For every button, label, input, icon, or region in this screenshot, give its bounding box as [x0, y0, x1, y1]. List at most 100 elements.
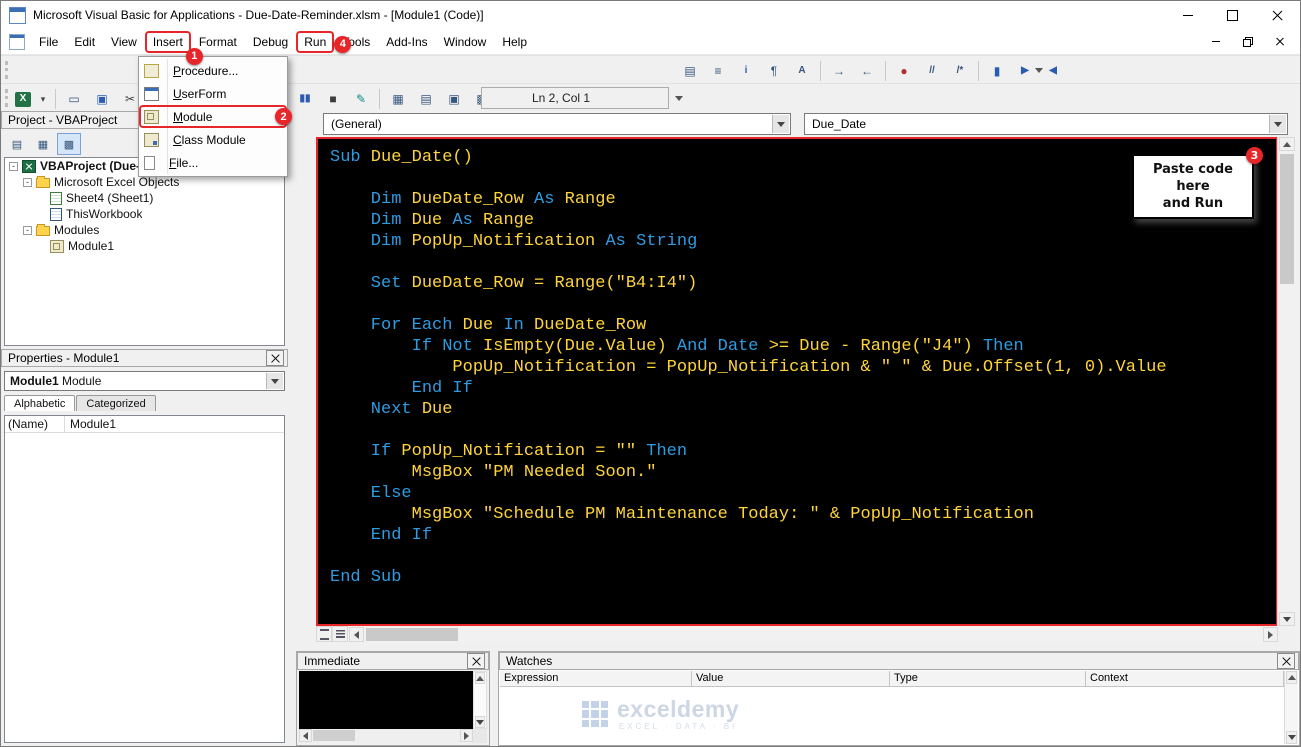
procedure-dropdown[interactable]: Due_Date: [804, 113, 1288, 135]
list-constants-button[interactable]: ≡: [705, 58, 731, 84]
watches-column-context[interactable]: Context: [1086, 671, 1284, 687]
uncomment-block-button[interactable]: /*: [947, 58, 973, 84]
watches-column-type[interactable]: Type: [890, 671, 1086, 687]
code-editor[interactable]: Sub Due_Date() Dim DueDate_Row As Range …: [316, 137, 1278, 626]
watches-column-value[interactable]: Value: [692, 671, 890, 687]
design-mode-button[interactable]: ✎: [348, 86, 374, 112]
scroll-up-button[interactable]: [1286, 671, 1297, 684]
object-dropdown[interactable]: (General): [323, 113, 791, 135]
module-window-icon[interactable]: [9, 33, 25, 50]
dropdown-button[interactable]: [266, 373, 283, 389]
menu-item-edit[interactable]: Edit: [66, 31, 103, 53]
immediate-close-button[interactable]: [467, 653, 485, 669]
scroll-up-button[interactable]: [475, 672, 485, 684]
menu-item-run[interactable]: Run 4: [296, 31, 352, 53]
save-button[interactable]: ▣: [89, 86, 115, 112]
project-tree-item-sheet4-sheet1[interactable]: Sheet4 (Sheet1): [5, 190, 284, 206]
insert-menu-item-label: Module: [173, 109, 213, 124]
menu-item-insert[interactable]: Insert 1: [145, 31, 203, 65]
project-tree-item-module1[interactable]: Module1: [5, 238, 284, 254]
menu-item-view[interactable]: View: [103, 31, 145, 53]
watches-vertical-scrollbar[interactable]: [1284, 671, 1298, 744]
insert-menu-item-class-module[interactable]: Class Module: [139, 128, 287, 151]
close-button[interactable]: [1255, 1, 1300, 29]
scrollbar-thumb[interactable]: [366, 628, 458, 641]
reset-button[interactable]: ■: [320, 86, 346, 112]
tree-expander[interactable]: -: [23, 177, 32, 187]
parameter-info-button[interactable]: ¶: [761, 58, 787, 84]
properties-window-button[interactable]: ▤: [413, 86, 439, 112]
scroll-left-button[interactable]: [349, 627, 364, 642]
procedure-view-button[interactable]: [316, 626, 332, 642]
comment-block-button[interactable]: //: [919, 58, 945, 84]
watches-column-expression[interactable]: Expression: [500, 671, 692, 687]
project-tree-item-modules[interactable]: - Modules: [5, 222, 284, 238]
scroll-right-button[interactable]: [460, 729, 473, 742]
toolbar-overflow-chevron[interactable]: [675, 96, 683, 101]
scroll-down-button[interactable]: [475, 716, 485, 728]
complete-word-button[interactable]: A: [789, 58, 815, 84]
previous-bookmark-button[interactable]: ◀: [1040, 58, 1066, 84]
child-restore-button[interactable]: [1240, 34, 1256, 50]
tab-alphabetic[interactable]: Alphabetic: [4, 395, 76, 411]
dropdown-button[interactable]: [1269, 115, 1286, 133]
indent-button[interactable]: →: [826, 58, 852, 84]
properties-close-button[interactable]: [266, 350, 284, 366]
quick-info-button[interactable]: i: [733, 58, 759, 84]
child-close-button[interactable]: [1272, 34, 1288, 50]
menu-item-debug[interactable]: Debug: [245, 31, 296, 53]
code-vertical-scrollbar[interactable]: [1277, 137, 1296, 626]
watches-body[interactable]: exceldemy EXCEL · DATA · BI: [500, 687, 1284, 744]
toggle-bookmark-button[interactable]: ▮: [984, 58, 1010, 84]
minimize-button[interactable]: [1165, 1, 1210, 29]
list-properties-button[interactable]: ▤: [677, 58, 703, 84]
full-module-view-button[interactable]: [332, 626, 348, 642]
menu-item-file[interactable]: File: [31, 31, 66, 53]
insert-userform-button[interactable]: ▭: [61, 86, 87, 112]
view-excel-dropdown[interactable]: ▾: [36, 86, 50, 112]
tree-item-label: Sheet4 (Sheet1): [66, 191, 154, 205]
outdent-button[interactable]: ←: [854, 58, 880, 84]
immediate-horizontal-scrollbar[interactable]: [299, 729, 473, 743]
toolbar-separator: [379, 89, 380, 109]
project-tree-item-thisworkbook[interactable]: ThisWorkbook: [5, 206, 284, 222]
property-row[interactable]: (Name) Module1: [5, 416, 284, 433]
dropdown-button[interactable]: [772, 115, 789, 133]
menu-item-help[interactable]: Help: [494, 31, 535, 53]
scroll-right-button[interactable]: [1263, 627, 1278, 642]
insert-menu-item-procedure[interactable]: Procedure...: [139, 59, 287, 82]
menu-item-add-ins[interactable]: Add-Ins: [378, 31, 435, 53]
toolbar-drag-handle[interactable]: [5, 61, 11, 79]
insert-menu-item-module[interactable]: Module 2: [139, 105, 292, 128]
view-code-button[interactable]: ▤: [5, 133, 29, 155]
watches-close-button[interactable]: [1277, 653, 1295, 669]
scrollbar-thumb[interactable]: [1280, 154, 1294, 284]
view-object-button[interactable]: ▦: [31, 133, 55, 155]
scroll-up-button[interactable]: [1279, 137, 1295, 151]
code-horizontal-scrollbar[interactable]: [316, 626, 1278, 643]
object-browser-button[interactable]: ▣: [441, 86, 467, 112]
immediate-input-area[interactable]: [299, 671, 473, 729]
scroll-left-button[interactable]: [299, 729, 312, 742]
child-minimize-button[interactable]: [1208, 34, 1224, 50]
immediate-vertical-scrollbar[interactable]: [473, 671, 487, 729]
scroll-down-button[interactable]: [1279, 612, 1295, 626]
insert-menu-item-file[interactable]: File...: [139, 151, 287, 174]
maximize-button[interactable]: [1210, 1, 1255, 29]
view-microsoft-excel-button[interactable]: X: [12, 86, 34, 112]
insert-menu-item-userform[interactable]: UserForm: [139, 82, 287, 105]
arrow-down-icon: [1283, 616, 1291, 622]
tree-expander[interactable]: -: [9, 161, 18, 171]
scrollbar-thumb[interactable]: [313, 730, 355, 741]
toggle-folders-button[interactable]: ▩: [57, 133, 81, 155]
project-explorer-button[interactable]: ▦: [385, 86, 411, 112]
properties-object-selector[interactable]: Module1 Module: [4, 371, 285, 391]
tree-expander[interactable]: -: [23, 225, 32, 235]
toolbar-overflow-chevron[interactable]: [1035, 68, 1043, 73]
toggle-breakpoint-button[interactable]: ●: [891, 58, 917, 84]
break-button[interactable]: ▮▮: [292, 86, 318, 112]
menu-item-window[interactable]: Window: [436, 31, 495, 53]
scroll-down-button[interactable]: [1286, 731, 1297, 744]
tab-categorized[interactable]: Categorized: [76, 395, 156, 411]
edit-toolbar-items: ▤ ≡ i ¶ A → ← ● // /* ▮ ▶ ◀: [676, 58, 1067, 84]
